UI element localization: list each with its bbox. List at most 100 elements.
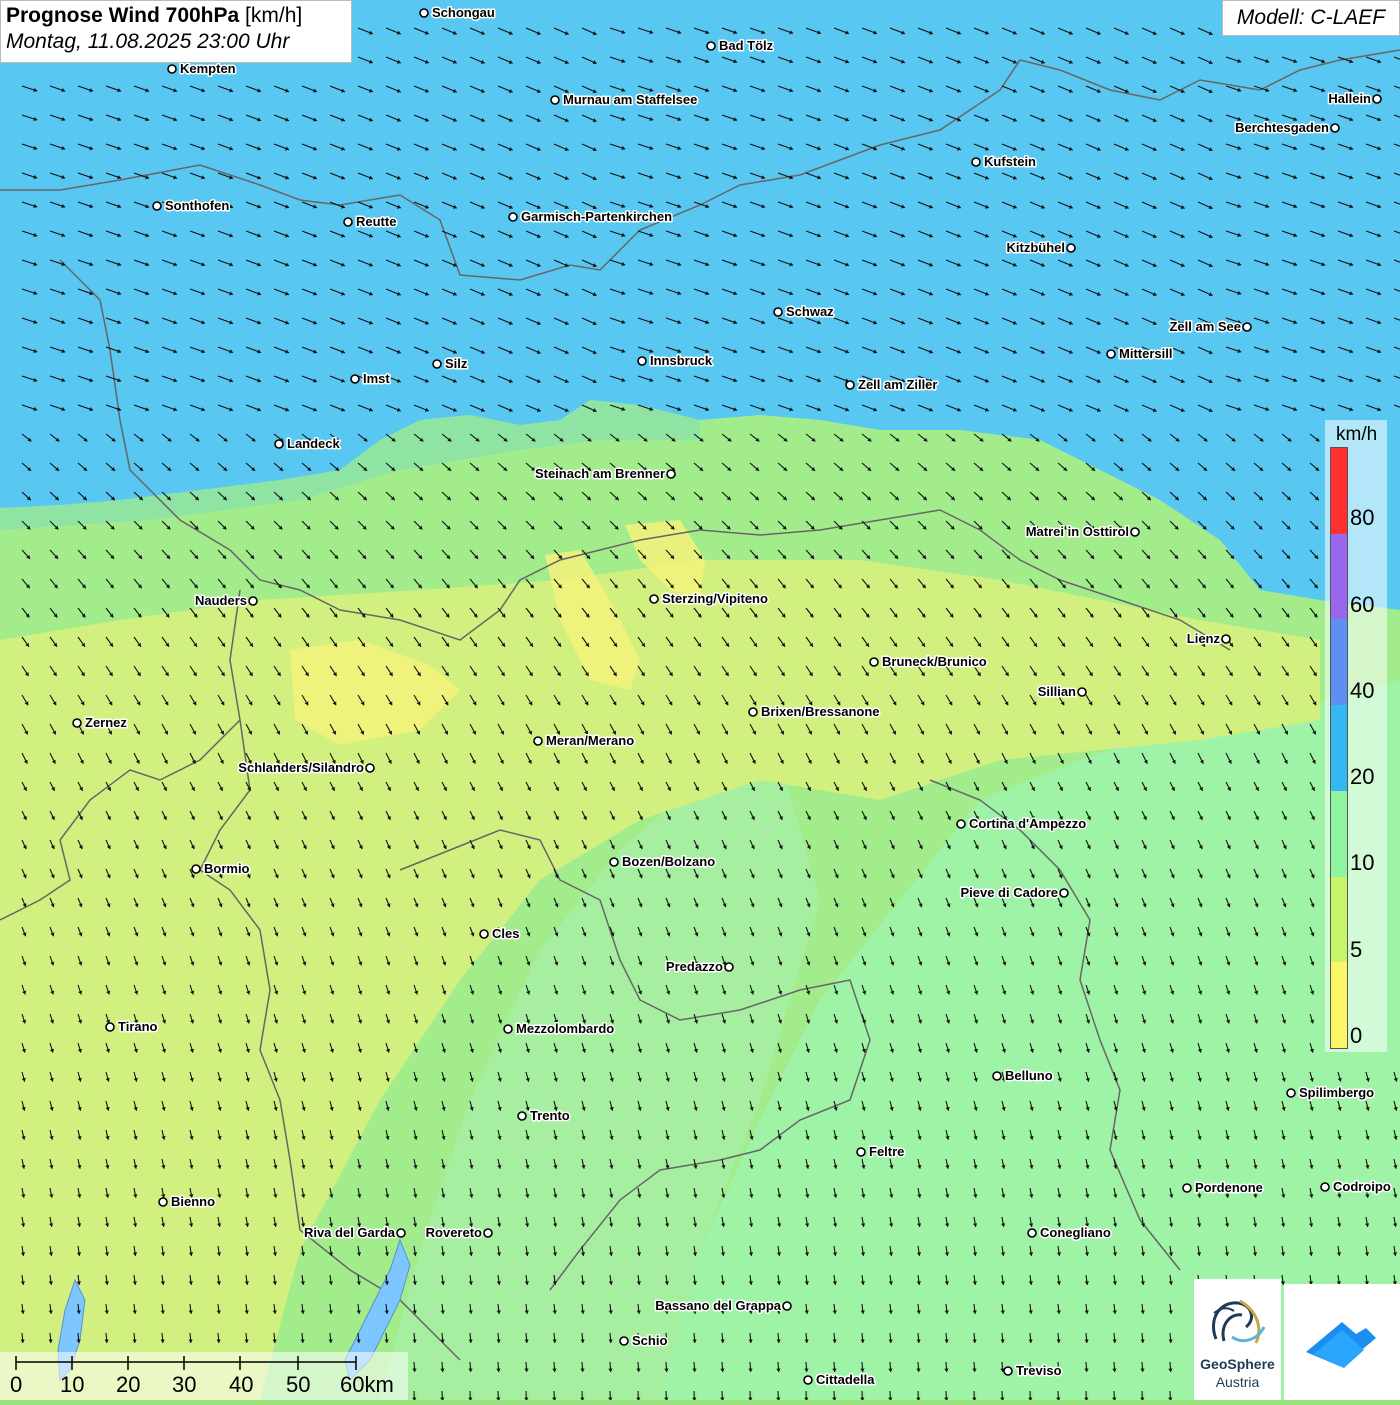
city-label: Kempten	[180, 61, 236, 76]
city-dot	[870, 658, 878, 666]
city-label: Zell am See	[1169, 319, 1241, 334]
city-dot	[433, 360, 441, 368]
city-dot	[1331, 124, 1339, 132]
city-dot	[249, 597, 257, 605]
city-label: Pordenone	[1195, 1180, 1263, 1195]
city-label: Nauders	[195, 593, 247, 608]
legend-swatch	[1331, 619, 1347, 705]
app-logo-icon	[1284, 1284, 1400, 1400]
city-label: Lienz	[1187, 631, 1221, 646]
scale-label: 40	[229, 1372, 253, 1398]
city-label: Murnau am Staffelsee	[563, 92, 697, 107]
city-label: Silz	[445, 356, 468, 371]
city-label: Schwaz	[786, 304, 834, 319]
legend-label: 60	[1350, 592, 1374, 618]
city-label: Tirano	[118, 1019, 158, 1034]
city-dot	[106, 1023, 114, 1031]
city-dot	[1004, 1367, 1012, 1375]
wind-map[interactable]: SchongauBad TölzKemptenMurnau am Staffel…	[0, 0, 1400, 1400]
city-label: Zell am Ziller	[858, 377, 937, 392]
legend-label: 40	[1350, 678, 1374, 704]
city-label: Steinach am Brenner	[535, 466, 665, 481]
city-dot	[73, 719, 81, 727]
legend-swatch	[1331, 962, 1347, 1048]
city-dot	[351, 375, 359, 383]
city-label: Kitzbühel	[1007, 240, 1066, 255]
geosphere-swirl-icon	[1194, 1279, 1281, 1359]
legend-swatch	[1331, 705, 1347, 791]
city-label: Hallein	[1328, 91, 1371, 106]
city-dot	[707, 42, 715, 50]
legend-unit: km/h	[1336, 424, 1377, 446]
city-label: Garmisch-Partenkirchen	[521, 209, 672, 224]
scale-label: 20	[116, 1372, 140, 1398]
legend-label: 20	[1350, 764, 1374, 790]
geosphere-logo-line2: Austria	[1194, 1374, 1281, 1390]
city-dot	[153, 202, 161, 210]
city-label: Belluno	[1005, 1068, 1053, 1083]
legend-label: 80	[1350, 505, 1374, 531]
city-label: Berchtesgaden	[1235, 120, 1329, 135]
scale-label: 0	[10, 1372, 22, 1398]
city-dot	[972, 158, 980, 166]
city-dot	[509, 213, 517, 221]
city-label: Schongau	[432, 5, 495, 20]
city-dot	[1067, 244, 1075, 252]
city-dot	[480, 930, 488, 938]
city-dot	[504, 1025, 512, 1033]
city-dot	[484, 1229, 492, 1237]
legend-swatch	[1331, 877, 1347, 963]
city-label: Zernez	[85, 715, 127, 730]
city-label: Bormio	[204, 861, 250, 876]
city-label: Cortina d'Ampezzo	[969, 816, 1086, 831]
legend-swatch	[1331, 791, 1347, 877]
scale-label: 60km	[340, 1372, 394, 1398]
city-dot	[518, 1112, 526, 1120]
city-dot	[725, 963, 733, 971]
city-label: Riva del Garda	[304, 1225, 396, 1240]
city-dot	[610, 858, 618, 866]
model-label: Modell: C-LAEF	[1222, 0, 1400, 36]
city-dot	[1321, 1183, 1329, 1191]
city-label: Schlanders/Silandro	[238, 760, 364, 775]
city-label: Brixen/Bressanone	[761, 704, 880, 719]
city-label: Mezzolombardo	[516, 1021, 614, 1036]
city-label: Sterzing/Vipiteno	[662, 591, 768, 606]
scale-label: 50	[286, 1372, 310, 1398]
legend-colorbar	[1330, 447, 1348, 1049]
city-label: Bienno	[171, 1194, 215, 1209]
geosphere-logo-line1: GeoSphere	[1194, 1356, 1281, 1372]
legend-label: 0	[1350, 1023, 1362, 1049]
city-label: Feltre	[869, 1144, 904, 1159]
city-label: Bozen/Bolzano	[622, 854, 715, 869]
city-dot	[1243, 323, 1251, 331]
city-dot	[1060, 889, 1068, 897]
legend-label: 10	[1350, 850, 1374, 876]
legend-label: 5	[1350, 937, 1362, 963]
city-label: Reutte	[356, 214, 396, 229]
legend-swatch	[1331, 448, 1347, 534]
city-dot	[1078, 688, 1086, 696]
city-label: Kufstein	[984, 154, 1036, 169]
forecast-date: Montag, 11.08.2025 23:00 Uhr	[6, 30, 346, 54]
city-dot	[650, 595, 658, 603]
forecast-title: Prognose Wind 700hPa [km/h]	[6, 4, 346, 28]
city-label: Innsbruck	[650, 353, 713, 368]
city-label: Sillian	[1038, 684, 1076, 699]
city-label: Codroipo	[1333, 1179, 1391, 1194]
city-dot	[275, 440, 283, 448]
city-label: Cittadella	[816, 1372, 875, 1387]
city-label: Matrei in Osttirol	[1026, 524, 1129, 539]
city-label: Trento	[530, 1108, 570, 1123]
city-dot	[774, 308, 782, 316]
city-dot	[1287, 1089, 1295, 1097]
city-dot	[1107, 350, 1115, 358]
geosphere-logo[interactable]: GeoSphere Austria	[1194, 1279, 1281, 1400]
title-panel: Prognose Wind 700hPa [km/h] Montag, 11.0…	[0, 0, 352, 63]
city-dot	[749, 708, 757, 716]
city-label: Landeck	[287, 436, 341, 451]
city-label: Bruneck/Brunico	[882, 654, 987, 669]
app-logo[interactable]	[1284, 1284, 1400, 1400]
city-label: Mittersill	[1119, 346, 1172, 361]
city-dot	[420, 9, 428, 17]
